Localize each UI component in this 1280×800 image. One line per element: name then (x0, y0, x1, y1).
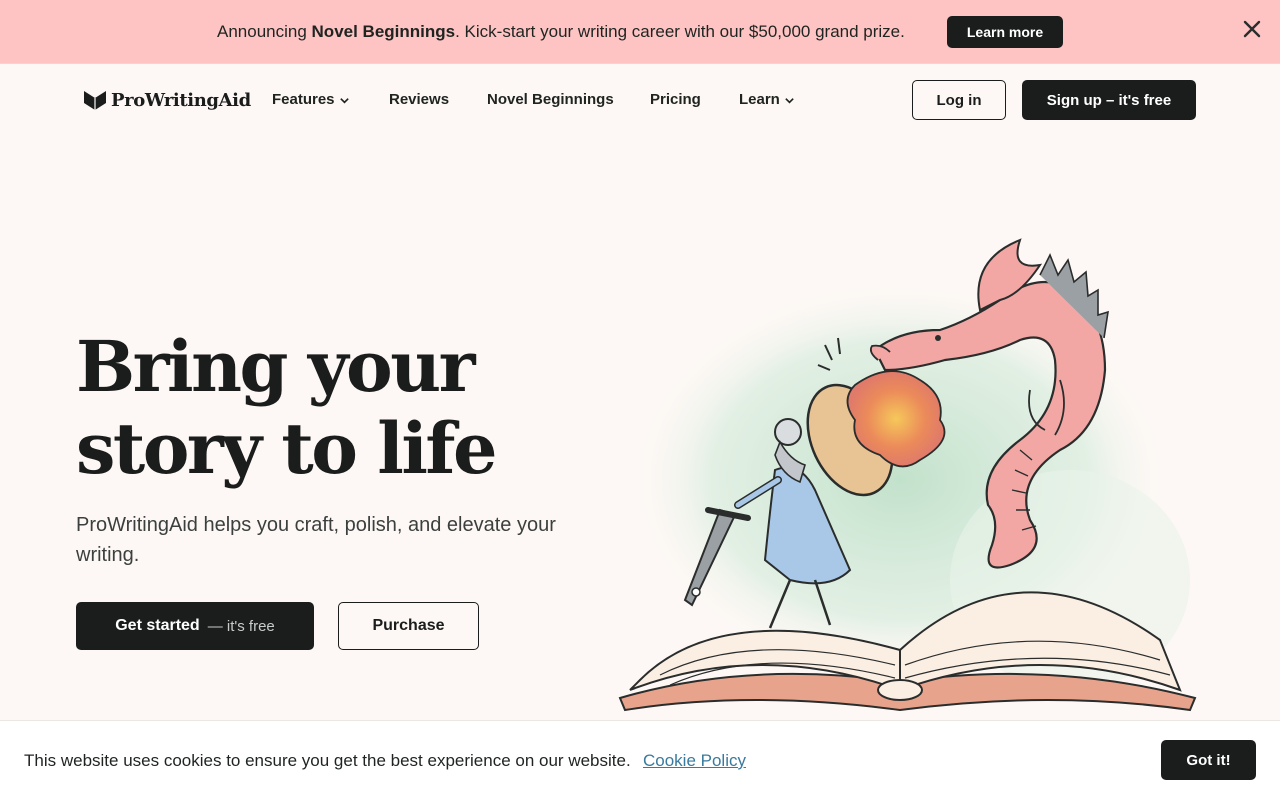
get-started-suffix: — it's free (207, 617, 275, 635)
hero-illustration (618, 238, 1197, 712)
learn-more-button[interactable]: Learn more (947, 16, 1063, 48)
chevron-down-icon (785, 97, 794, 104)
chevron-down-icon (339, 97, 349, 104)
nav-features-label: Features (272, 91, 335, 108)
purchase-button[interactable]: Purchase (338, 602, 479, 650)
nav-learn-label: Learn (739, 91, 780, 108)
login-button[interactable]: Log in (912, 80, 1006, 120)
signup-button[interactable]: Sign up – it's free (1022, 80, 1196, 120)
nav-reviews[interactable]: Reviews (389, 90, 449, 110)
get-started-label: Get started (115, 617, 200, 634)
announcement-text: Announcing Novel Beginnings. Kick-start … (217, 22, 905, 41)
logo[interactable]: ProWritingAid (83, 89, 251, 111)
logo-text: ProWritingAid (111, 89, 251, 111)
hero-title: Bring your story to life (76, 326, 596, 490)
cookie-accept-button[interactable]: Got it! (1161, 740, 1256, 780)
hero-subtitle: ProWritingAid helps you craft, polish, a… (76, 514, 556, 566)
hero-title-line-2: story to life (76, 407, 498, 490)
cookie-policy-link[interactable]: Cookie Policy (643, 750, 746, 772)
nav-novel-beginnings[interactable]: Novel Beginnings (487, 90, 614, 110)
announcement-highlight: Novel Beginnings (311, 22, 456, 41)
announcement-banner: Announcing Novel Beginnings. Kick-start … (0, 0, 1280, 64)
nav-learn[interactable]: Learn (739, 90, 795, 110)
close-icon[interactable] (1240, 17, 1264, 41)
cookie-banner: This website uses cookies to ensure you … (0, 720, 1280, 800)
book-icon (84, 91, 106, 110)
nav-features[interactable]: Features (272, 90, 350, 110)
cookie-message: This website uses cookies to ensure you … (24, 751, 631, 770)
hero-title-line-1: Bring your (76, 325, 475, 408)
nav-pricing[interactable]: Pricing (650, 90, 701, 110)
get-started-button[interactable]: Get started — it's free (76, 602, 314, 650)
